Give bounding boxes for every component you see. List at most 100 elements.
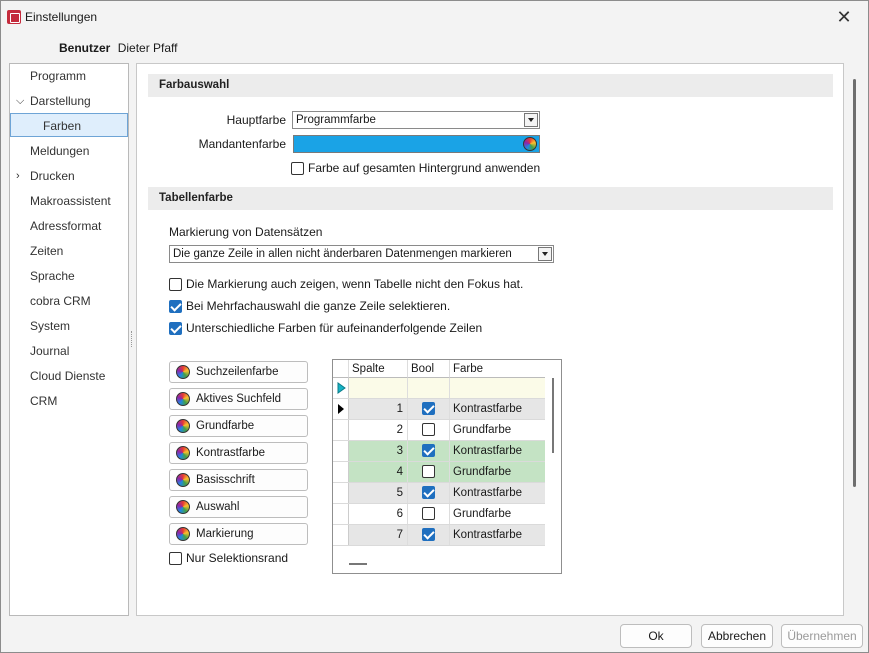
sidebar-item-label: Farben: [43, 119, 82, 133]
table-row[interactable]: 5 Kontrastfarbe: [333, 483, 545, 504]
sidebar-item-farben[interactable]: Farben: [10, 113, 128, 137]
cell-bool: [408, 483, 450, 503]
table-row[interactable]: 3 Kontrastfarbe: [333, 441, 545, 462]
search-row-indicator-icon[interactable]: [333, 378, 349, 398]
table-row[interactable]: 6 Grundfarbe: [333, 504, 545, 525]
nur-selektionsrand-checkbox[interactable]: Nur Selektionsrand: [169, 551, 288, 565]
row-header[interactable]: [333, 525, 349, 545]
button-label: Auswahl: [196, 501, 240, 513]
bool-checkbox[interactable]: [422, 423, 435, 436]
row-header[interactable]: [333, 504, 349, 524]
sidebar-item-journal[interactable]: Journal: [10, 339, 128, 363]
chevron-right-icon[interactable]: ›: [16, 164, 20, 188]
sidebar-item-cobra-crm[interactable]: cobra CRM: [10, 289, 128, 313]
chevron-down-icon[interactable]: ⌵: [16, 89, 24, 113]
row-header[interactable]: [333, 483, 349, 503]
auswahl-button[interactable]: Auswahl: [169, 496, 308, 518]
sidebar-item-darstellung[interactable]: ⌵ Darstellung: [10, 89, 128, 113]
sidebar-splitter[interactable]: [131, 331, 133, 347]
checkbox-box[interactable]: [169, 321, 182, 335]
sidebar-item-programm[interactable]: Programm: [10, 64, 128, 88]
cell-spalte: 3: [349, 441, 408, 461]
cell-farbe: Grundfarbe: [450, 462, 545, 482]
option-mehrfachauswahl-checkbox[interactable]: Bei Mehrfachauswahl die ganze Zeile sele…: [169, 299, 450, 313]
sidebar-item-label: Programm: [30, 69, 87, 83]
bool-checkbox[interactable]: [422, 507, 435, 520]
sidebar-item-label: CRM: [30, 394, 58, 408]
sidebar-item-system[interactable]: System: [10, 314, 128, 338]
table-row[interactable]: 2 Grundfarbe: [333, 420, 545, 441]
chevron-down-icon[interactable]: [538, 247, 552, 261]
cell-spalte: 7: [349, 525, 408, 545]
bool-checkbox[interactable]: [422, 528, 435, 541]
table-row[interactable]: [333, 378, 545, 399]
bool-checkbox[interactable]: [422, 444, 435, 457]
suchzeilenfarbe-button[interactable]: Suchzeilenfarbe: [169, 361, 308, 383]
ok-button[interactable]: Ok: [620, 624, 692, 648]
current-row-indicator-icon[interactable]: [333, 399, 349, 419]
column-header-spalte[interactable]: Spalte: [349, 360, 408, 378]
settings-sidebar: Programm ⌵ Darstellung Farben Meldungen ›…: [9, 63, 129, 616]
cancel-button[interactable]: Abbrechen: [701, 624, 773, 648]
sidebar-item-label: Makroassistent: [30, 194, 111, 208]
table-row[interactable]: 7 Kontrastfarbe: [333, 525, 545, 546]
sidebar-item-label: System: [30, 319, 71, 333]
mandantenfarbe-color-field[interactable]: [293, 135, 540, 153]
cell-farbe: Kontrastfarbe: [450, 483, 545, 503]
option-farben-checkbox[interactable]: Unterschiedliche Farben für aufeinanderf…: [169, 321, 482, 335]
close-icon[interactable]: ✕: [834, 7, 854, 27]
color-wheel-icon: [176, 392, 190, 406]
checkbox-box[interactable]: [291, 161, 304, 175]
row-header[interactable]: [333, 420, 349, 440]
aktives-suchfeld-button[interactable]: Aktives Suchfeld: [169, 388, 308, 410]
color-wheel-icon: [176, 527, 190, 541]
grid-horizontal-scrollbar[interactable]: [349, 563, 367, 565]
cell-bool: [408, 441, 450, 461]
sidebar-item-adressformat[interactable]: Adressformat: [10, 214, 128, 238]
kontrastfarbe-button[interactable]: Kontrastfarbe: [169, 442, 308, 464]
sidebar-item-drucken[interactable]: › Drucken: [10, 164, 128, 188]
sidebar-item-zeiten[interactable]: Zeiten: [10, 239, 128, 263]
sidebar-item-label: Cloud Dienste: [30, 369, 106, 383]
section-header-tabellenfarbe: Tabellenfarbe: [148, 187, 833, 210]
bool-checkbox[interactable]: [422, 486, 435, 499]
sidebar-item-crm[interactable]: CRM: [10, 389, 128, 413]
cell-spalte: 5: [349, 483, 408, 503]
checkbox-box[interactable]: [169, 299, 182, 313]
grid-vertical-scrollbar[interactable]: [552, 378, 554, 453]
sidebar-item-makroassistent[interactable]: Makroassistent: [10, 189, 128, 213]
table-row[interactable]: 1 Kontrastfarbe: [333, 399, 545, 420]
column-header-bool[interactable]: Bool: [408, 360, 450, 378]
bool-checkbox[interactable]: [422, 402, 435, 415]
hauptfarbe-select[interactable]: Programmfarbe: [292, 111, 540, 129]
sidebar-item-cloud-dienste[interactable]: Cloud Dienste: [10, 364, 128, 388]
column-header-farbe[interactable]: Farbe: [450, 360, 545, 378]
checkbox-box[interactable]: [169, 551, 182, 565]
preview-grid[interactable]: Spalte Bool Farbe 1 Kontrastfarbe 2 Grundfa…: [332, 359, 562, 574]
row-header[interactable]: [333, 441, 349, 461]
markierung-select[interactable]: Die ganze Zeile in allen nicht änderbare…: [169, 245, 554, 263]
bool-checkbox[interactable]: [422, 465, 435, 478]
hintergrund-checkbox[interactable]: Farbe auf gesamten Hintergrund anwenden: [291, 161, 540, 175]
chevron-down-icon[interactable]: [524, 113, 538, 127]
basisschrift-button[interactable]: Basisschrift: [169, 469, 308, 491]
cell-spalte: 4: [349, 462, 408, 482]
row-header[interactable]: [333, 462, 349, 482]
markierung-button[interactable]: Markierung: [169, 523, 308, 545]
option-fokus-checkbox[interactable]: Die Markierung auch zeigen, wenn Tabelle…: [169, 277, 523, 291]
button-label: Aktives Suchfeld: [196, 393, 282, 405]
user-line: Benutzer Dieter Pfaff: [59, 41, 178, 55]
sidebar-item-label: Darstellung: [30, 94, 91, 108]
color-wheel-icon: [176, 500, 190, 514]
content-scrollbar[interactable]: [853, 79, 856, 487]
table-row[interactable]: 4 Grundfarbe: [333, 462, 545, 483]
sidebar-item-sprache[interactable]: Sprache: [10, 264, 128, 288]
mandantenfarbe-label: Mandantenfarbe: [198, 137, 286, 151]
grundfarbe-button[interactable]: Grundfarbe: [169, 415, 308, 437]
user-label: Benutzer: [59, 41, 111, 55]
sidebar-item-label: Zeiten: [30, 244, 64, 258]
checkbox-box[interactable]: [169, 277, 182, 291]
color-wheel-icon[interactable]: [523, 137, 537, 151]
apply-button[interactable]: Übernehmen: [781, 624, 863, 648]
sidebar-item-meldungen[interactable]: Meldungen: [10, 139, 128, 163]
